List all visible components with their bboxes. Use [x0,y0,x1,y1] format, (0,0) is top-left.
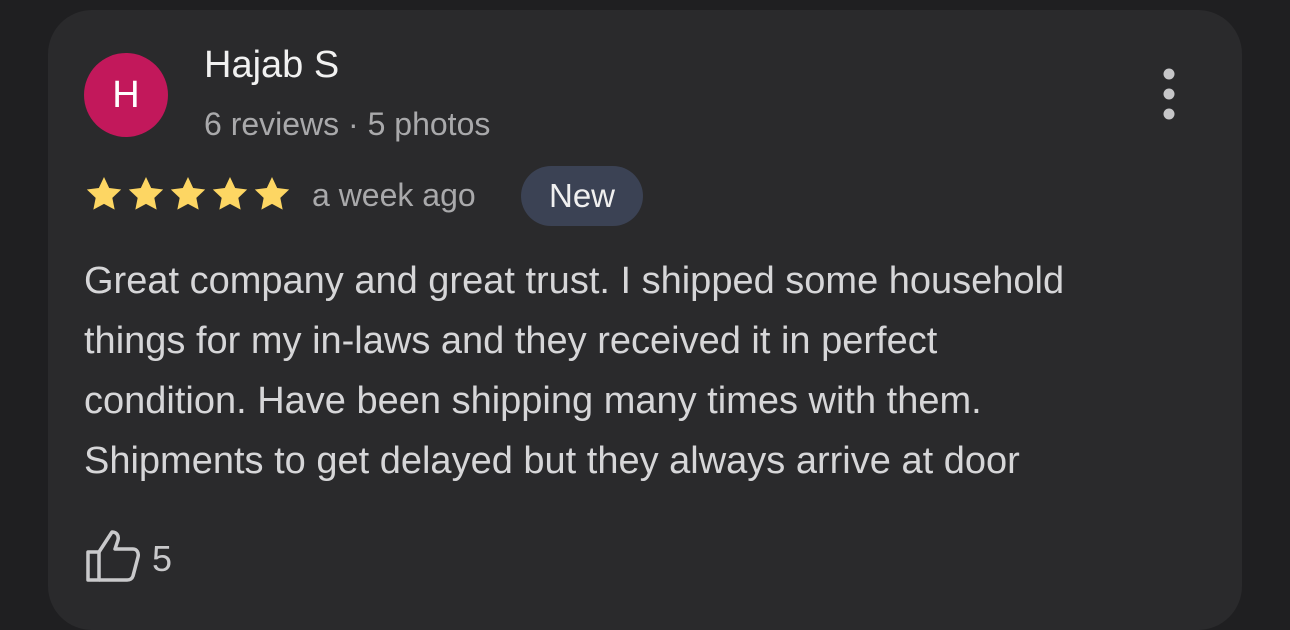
review-text-line: Shipments to get delayed but they always… [84,440,1020,482]
star-icon [170,177,206,210]
avatar[interactable]: H [84,53,168,137]
review-text-line: condition. Have been shipping many times… [84,380,982,422]
review-text-line: Great company and great trust. I shipped… [84,260,1065,302]
reviewer-meta: 6 reviews · 5 photos [204,106,491,142]
star-icon [254,177,290,210]
review-time: a week ago [312,177,476,213]
star-icon [212,177,248,210]
more-options-button[interactable] [1154,66,1184,122]
star-icon [128,177,164,210]
review-text: Great company and great trust. I shipped… [84,251,1214,491]
review-card: H Hajab S 6 reviews · 5 photos a week ag… [48,10,1242,630]
thumbs-up-icon [86,530,140,582]
star-rating [84,174,292,214]
star-icon [86,177,122,210]
like-button[interactable]: 5 [84,528,172,584]
more-vert-icon [1163,68,1175,120]
like-count: 5 [152,538,173,579]
avatar-initial: H [112,73,140,116]
new-badge: New [521,166,643,226]
reviewer-name[interactable]: Hajab S [204,44,339,87]
review-text-line: things for my in-laws and they received … [84,320,938,362]
